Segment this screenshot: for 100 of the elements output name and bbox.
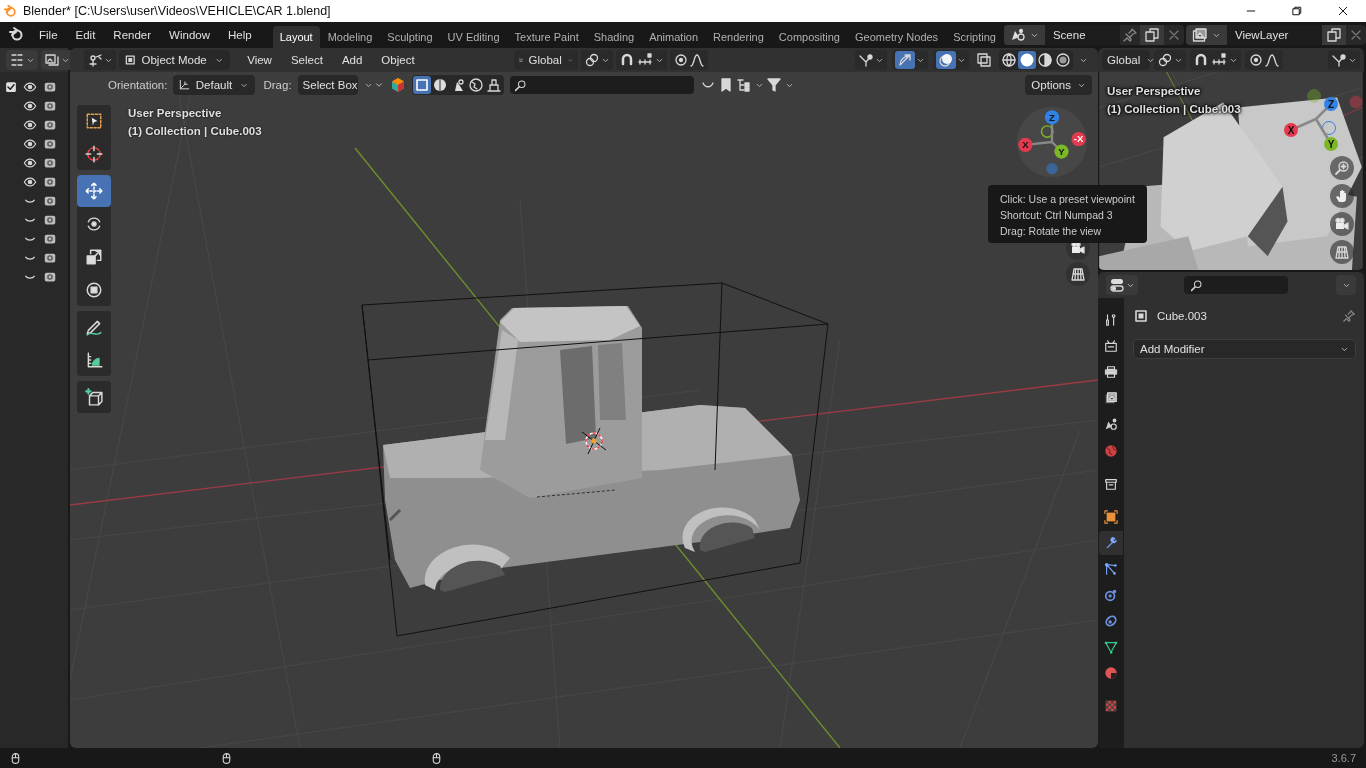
mouse-icon [430, 752, 443, 765]
eye-icon[interactable] [23, 79, 37, 94]
version-text: 3.6.7 [1331, 752, 1356, 764]
editor-type-button[interactable] [84, 50, 116, 70]
workspace-tab[interactable]: Shading [586, 26, 642, 48]
workspace-tab[interactable]: Scripting [946, 26, 1003, 48]
blender-logo-icon [3, 4, 17, 18]
wireframe-sphere-icon[interactable] [1000, 51, 1018, 69]
tooltip-text: Drag: Rotate the view [1000, 224, 1102, 239]
eye-icon[interactable] [23, 117, 37, 132]
workspace-tab[interactable]: Sculpting [380, 26, 440, 48]
half-sphere-icon[interactable] [1036, 51, 1054, 69]
workspace-tab[interactable]: Compositing [771, 26, 847, 48]
grid-icon [1070, 266, 1086, 282]
pivot-button[interactable] [580, 50, 613, 70]
menu-item[interactable]: Add [333, 50, 371, 70]
circle-dot-icon [672, 52, 689, 68]
solid-sphere-icon[interactable] [1018, 51, 1036, 69]
duplicate-icon [1143, 27, 1160, 43]
navigation-gizmo[interactable]: Z Y X -X [1014, 104, 1090, 180]
pivot-button[interactable] [1154, 50, 1186, 70]
search-field[interactable] [1184, 276, 1288, 294]
orientation-label: Orientation: [108, 79, 168, 91]
search-field[interactable] [509, 76, 694, 94]
eye-icon[interactable] [23, 155, 37, 170]
scene-name-field[interactable]: Scene [1044, 25, 1120, 45]
curve-icon [1264, 52, 1280, 68]
collection-checkbox[interactable] [5, 80, 17, 93]
menu-item[interactable]: Render [104, 25, 161, 45]
hexagon-icon [389, 77, 406, 93]
menu-item[interactable]: File [30, 25, 67, 45]
overlay-toggle[interactable] [933, 50, 969, 70]
eye-arrow-icon [1331, 52, 1347, 68]
magnet-icon [1193, 52, 1209, 68]
eye-icon[interactable] [23, 98, 37, 113]
visibility-button[interactable] [855, 50, 887, 70]
close-icon [1337, 5, 1349, 17]
workspace-tab[interactable]: Geometry Nodes [847, 26, 946, 48]
eye-icon[interactable] [23, 136, 37, 151]
move-icon[interactable] [77, 175, 111, 207]
navigation-gizmo[interactable]: Z X Y [1282, 88, 1364, 152]
search-icon [513, 78, 527, 92]
viewport-info-text: (1) Collection | Cube.003 [128, 124, 262, 139]
snap-button[interactable] [1190, 50, 1241, 70]
proportional-edit-button[interactable] [669, 50, 708, 70]
grid-view-button[interactable] [1066, 262, 1090, 286]
snap-button[interactable] [615, 50, 667, 70]
menu-item[interactable]: Help [219, 25, 261, 45]
scene-icon [1009, 27, 1026, 43]
view-layer-type-button[interactable] [1185, 25, 1227, 45]
menu-item[interactable]: Object [373, 50, 423, 70]
workspace-tab[interactable]: Texture Paint [507, 26, 586, 48]
wrench-icon[interactable] [1099, 531, 1123, 555]
zoom-icon [1334, 160, 1350, 176]
editor-type-button[interactable] [1106, 275, 1138, 295]
orientation-dropdown[interactable]: Default [173, 75, 256, 95]
grid-view-button[interactable] [1330, 240, 1354, 264]
mode-dropdown[interactable]: Object Mode [119, 50, 231, 70]
add-modifier-dropdown[interactable]: Add Modifier [1133, 339, 1356, 359]
object-name: Cube.003 [1157, 310, 1208, 322]
scene-type-button[interactable] [1003, 25, 1045, 45]
new-scene-button[interactable] [1139, 25, 1164, 45]
caret-icon [373, 80, 384, 90]
blender-logo-icon [8, 26, 24, 42]
workspace-tab[interactable]: Rendering [706, 26, 771, 48]
menu-item[interactable]: View [239, 50, 280, 70]
link-icon [583, 52, 600, 68]
xray-toggle[interactable] [974, 51, 994, 69]
toggle-icon [1109, 277, 1125, 293]
eye-icon[interactable] [23, 174, 37, 189]
visibility-button[interactable] [1328, 50, 1360, 70]
camera-icon [1070, 240, 1086, 256]
gizmo-toggle[interactable] [892, 50, 928, 70]
globe-icon[interactable] [466, 76, 485, 94]
add-cube-icon[interactable] [77, 381, 111, 413]
mouse-icon [220, 752, 233, 765]
editor-type-button[interactable] [6, 50, 38, 70]
square-icon[interactable] [412, 76, 431, 94]
workspace-tab[interactable]: Layout [272, 26, 320, 48]
workspace-tab[interactable]: UV Editing [440, 26, 507, 48]
orientation-dropdown[interactable]: Global [513, 50, 578, 70]
proportional-edit-button[interactable] [1245, 50, 1283, 70]
menu-item[interactable]: Edit [66, 25, 105, 45]
new-view-layer-button[interactable] [1321, 25, 1346, 45]
workspace-tab[interactable]: Modeling [320, 26, 380, 48]
workspace-tab[interactable]: Animation [642, 26, 706, 48]
menu-item[interactable]: Select [282, 50, 331, 70]
drag-label: Drag: [263, 79, 292, 91]
zoom-button[interactable] [1330, 156, 1354, 180]
grid-icon [1334, 244, 1350, 260]
link-icon [1157, 52, 1173, 68]
view-layer-name-field[interactable]: ViewLayer [1226, 25, 1322, 45]
shaded-sphere-icon[interactable] [1054, 51, 1072, 69]
menu-item[interactable]: Window [160, 25, 219, 45]
editor-type-icon [87, 52, 103, 68]
eye-arrow-icon [858, 52, 874, 68]
display-mode-button[interactable] [41, 50, 73, 70]
pan-button[interactable] [1330, 184, 1354, 208]
options-dropdown[interactable]: Options [1025, 75, 1092, 95]
restore-icon [1291, 5, 1303, 17]
